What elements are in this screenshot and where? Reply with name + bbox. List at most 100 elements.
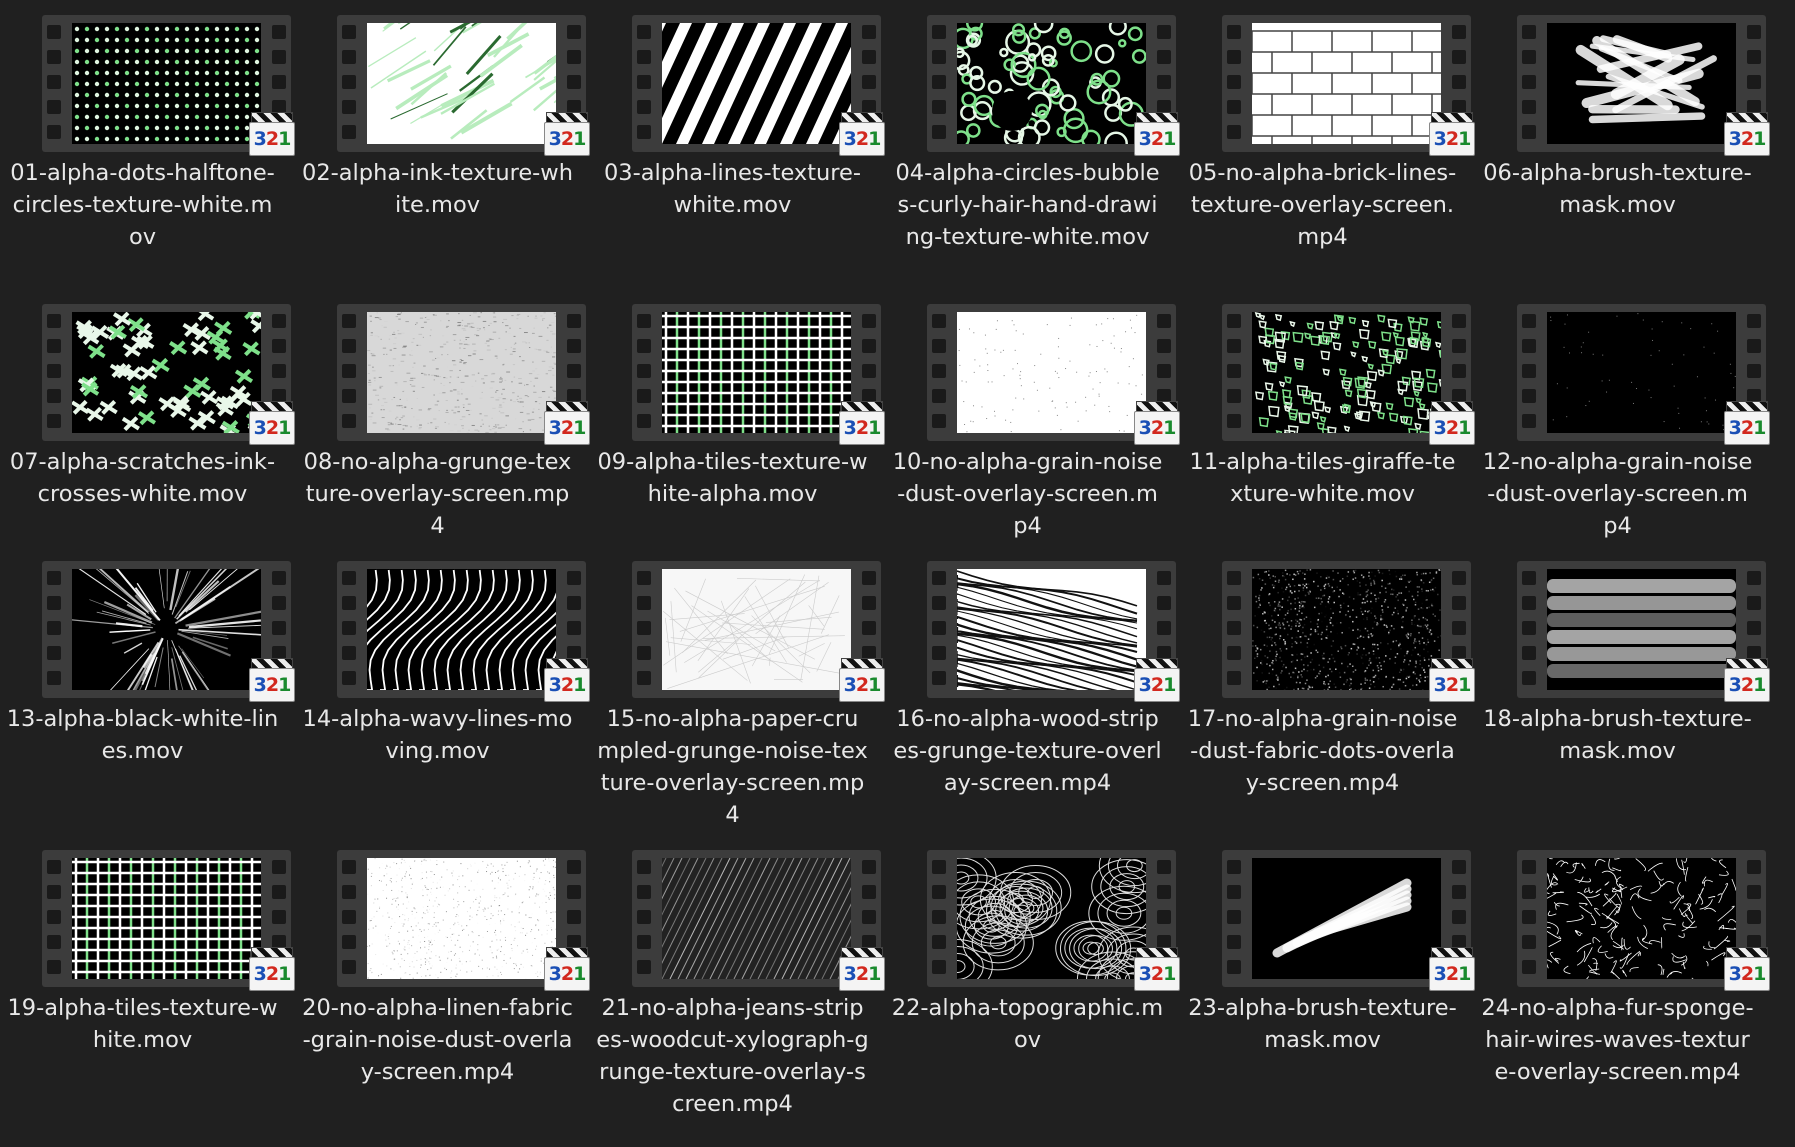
video-thumbnail[interactable]: 321	[1517, 561, 1770, 702]
film-perforation	[342, 885, 356, 899]
film-perforation	[932, 389, 946, 403]
file-item[interactable]: 321 21-no-alpha-jeans-stripes-woodcut-xyl…	[590, 835, 885, 1135]
film-perforation	[567, 314, 581, 328]
video-thumbnail[interactable]: 321	[927, 15, 1180, 156]
thumbnail-texture	[1252, 312, 1441, 433]
player-icon-digit: 1	[1753, 674, 1766, 696]
video-thumbnail[interactable]: 321	[42, 304, 295, 445]
video-thumbnail[interactable]: 321	[632, 15, 885, 156]
thumbnail-image	[1547, 23, 1736, 144]
film-perforation	[1747, 339, 1761, 353]
video-thumbnail[interactable]: 321	[337, 15, 590, 156]
file-item[interactable]: 321 12-no-alpha-grain-noise-dust-overlay-…	[1475, 289, 1770, 569]
film-perforation	[1157, 571, 1171, 585]
video-thumbnail[interactable]: 321	[1517, 304, 1770, 445]
file-item[interactable]: 321 22-alpha-topographic.mov	[885, 835, 1180, 1135]
film-perforation	[272, 621, 286, 635]
file-item[interactable]: 321 03-alpha-lines-texture-white.mov	[590, 0, 885, 280]
file-item[interactable]: 321 02-alpha-ink-texture-white.mov	[295, 0, 590, 280]
file-item[interactable]: 321 17-no-alpha-grain-noise-dust-fabric-d…	[1180, 546, 1475, 826]
player-icon-digit: 1	[573, 963, 586, 985]
thumbnail-image	[662, 569, 851, 690]
file-item[interactable]: 321 14-alpha-wavy-lines-moving.mov	[295, 546, 590, 826]
film-perforation	[567, 25, 581, 39]
video-thumbnail[interactable]: 321	[632, 304, 885, 445]
video-thumbnail[interactable]: 321	[337, 850, 590, 991]
video-thumbnail[interactable]: 321	[632, 561, 885, 702]
video-thumbnail[interactable]: 321	[927, 850, 1180, 991]
video-thumbnail[interactable]: 321	[42, 561, 295, 702]
video-thumbnail[interactable]: 321	[42, 850, 295, 991]
file-item[interactable]: 321 06-alpha-brush-texture-mask.mov	[1475, 0, 1770, 280]
clapper-board: 321	[1724, 957, 1770, 991]
film-perforation	[1157, 25, 1171, 39]
file-item[interactable]: 321 18-alpha-brush-texture-mask.mov	[1475, 546, 1770, 826]
film-perforation	[47, 389, 61, 403]
film-perforation	[1522, 671, 1536, 685]
video-thumbnail[interactable]: 321	[337, 561, 590, 702]
film-perforation	[272, 314, 286, 328]
film-perforation	[637, 25, 651, 39]
film-perforation	[932, 646, 946, 660]
film-perforation	[1747, 860, 1761, 874]
film-perforation	[342, 100, 356, 114]
video-thumbnail[interactable]: 321	[1517, 15, 1770, 156]
file-item[interactable]: 321 08-no-alpha-grunge-texture-overlay-sc…	[295, 289, 590, 569]
file-item[interactable]: 321 15-no-alpha-paper-crumpled-grunge-noi…	[590, 546, 885, 828]
file-name-label: 17-no-alpha-grain-noise-dust-fabric-dots…	[1187, 706, 1458, 796]
file-item[interactable]: 321 16-no-alpha-wood-stripes-grunge-textu…	[885, 546, 1180, 826]
file-item[interactable]: 321 07-alpha-scratches-ink-crosses-white.…	[0, 289, 295, 569]
video-thumbnail[interactable]: 321	[632, 850, 885, 991]
film-perforation	[1747, 910, 1761, 924]
video-thumbnail[interactable]: 321	[927, 304, 1180, 445]
film-perforation	[47, 671, 61, 685]
file-item[interactable]: 321 13-alpha-black-white-lines.mov	[0, 546, 295, 826]
player-icon-digit: 1	[1163, 963, 1176, 985]
clapper-board: 321	[839, 411, 885, 445]
video-thumbnail[interactable]: 321	[1222, 304, 1475, 445]
video-thumbnail[interactable]: 321	[1517, 850, 1770, 991]
file-item[interactable]: 321 09-alpha-tiles-texture-white-alpha.mo…	[590, 289, 885, 569]
player-icon-digit: 3	[1728, 417, 1742, 439]
film-perforation	[47, 50, 61, 64]
video-thumbnail[interactable]: 321	[1222, 850, 1475, 991]
file-name-label: 24-no-alpha-fur-sponge-hair-wires-waves-…	[1481, 995, 1754, 1085]
film-perforation	[637, 885, 651, 899]
film-perforation	[637, 646, 651, 660]
film-perforation	[1227, 885, 1241, 899]
video-thumbnail[interactable]: 321	[1222, 15, 1475, 156]
media-player-clapperboard-icon: 321	[249, 947, 295, 991]
film-perforation	[637, 75, 651, 89]
video-thumbnail[interactable]: 321	[337, 304, 590, 445]
file-item[interactable]: 321 05-no-alpha-brick-lines-texture-overl…	[1180, 0, 1475, 280]
film-perforation	[1452, 885, 1466, 899]
video-thumbnail[interactable]: 321	[42, 15, 295, 156]
film-perforation	[272, 885, 286, 899]
file-item[interactable]: 321 23-alpha-brush-texture-mask.mov	[1180, 835, 1475, 1135]
player-icon-digit: 3	[548, 963, 562, 985]
film-perforation	[1522, 596, 1536, 610]
film-perforation	[932, 125, 946, 139]
thumbnail-image	[957, 23, 1146, 144]
film-perforation	[567, 339, 581, 353]
film-perforation	[1452, 75, 1466, 89]
film-perforation	[567, 621, 581, 635]
film-perforation	[1227, 621, 1241, 635]
film-perforation	[1452, 621, 1466, 635]
file-item[interactable]: 321 20-no-alpha-linen-fabric-grain-noise-…	[295, 835, 590, 1135]
file-item[interactable]: 321 11-alpha-tiles-giraffe-texture-white.…	[1180, 289, 1475, 569]
video-thumbnail[interactable]: 321	[1222, 561, 1475, 702]
file-item[interactable]: 321 24-no-alpha-fur-sponge-hair-wires-wav…	[1475, 835, 1770, 1135]
file-item[interactable]: 321 19-alpha-tiles-texture-white.mov	[0, 835, 295, 1135]
file-name-label: 04-alpha-circles-bubbles-curly-hair-hand…	[895, 160, 1160, 250]
file-item[interactable]: 321 10-no-alpha-grain-noise-dust-overlay-…	[885, 289, 1180, 569]
film-perforation	[342, 621, 356, 635]
file-item[interactable]: 321 01-alpha-dots-halftone-circles-textur…	[0, 0, 295, 280]
film-perforation	[932, 935, 946, 949]
film-perforation	[342, 960, 356, 974]
file-item[interactable]: 321 04-alpha-circles-bubbles-curly-hair-h…	[885, 0, 1180, 280]
player-icon-digit: 2	[560, 128, 574, 150]
video-thumbnail[interactable]: 321	[927, 561, 1180, 702]
player-icon-digit: 2	[265, 674, 279, 696]
player-icon-digit: 2	[560, 963, 574, 985]
